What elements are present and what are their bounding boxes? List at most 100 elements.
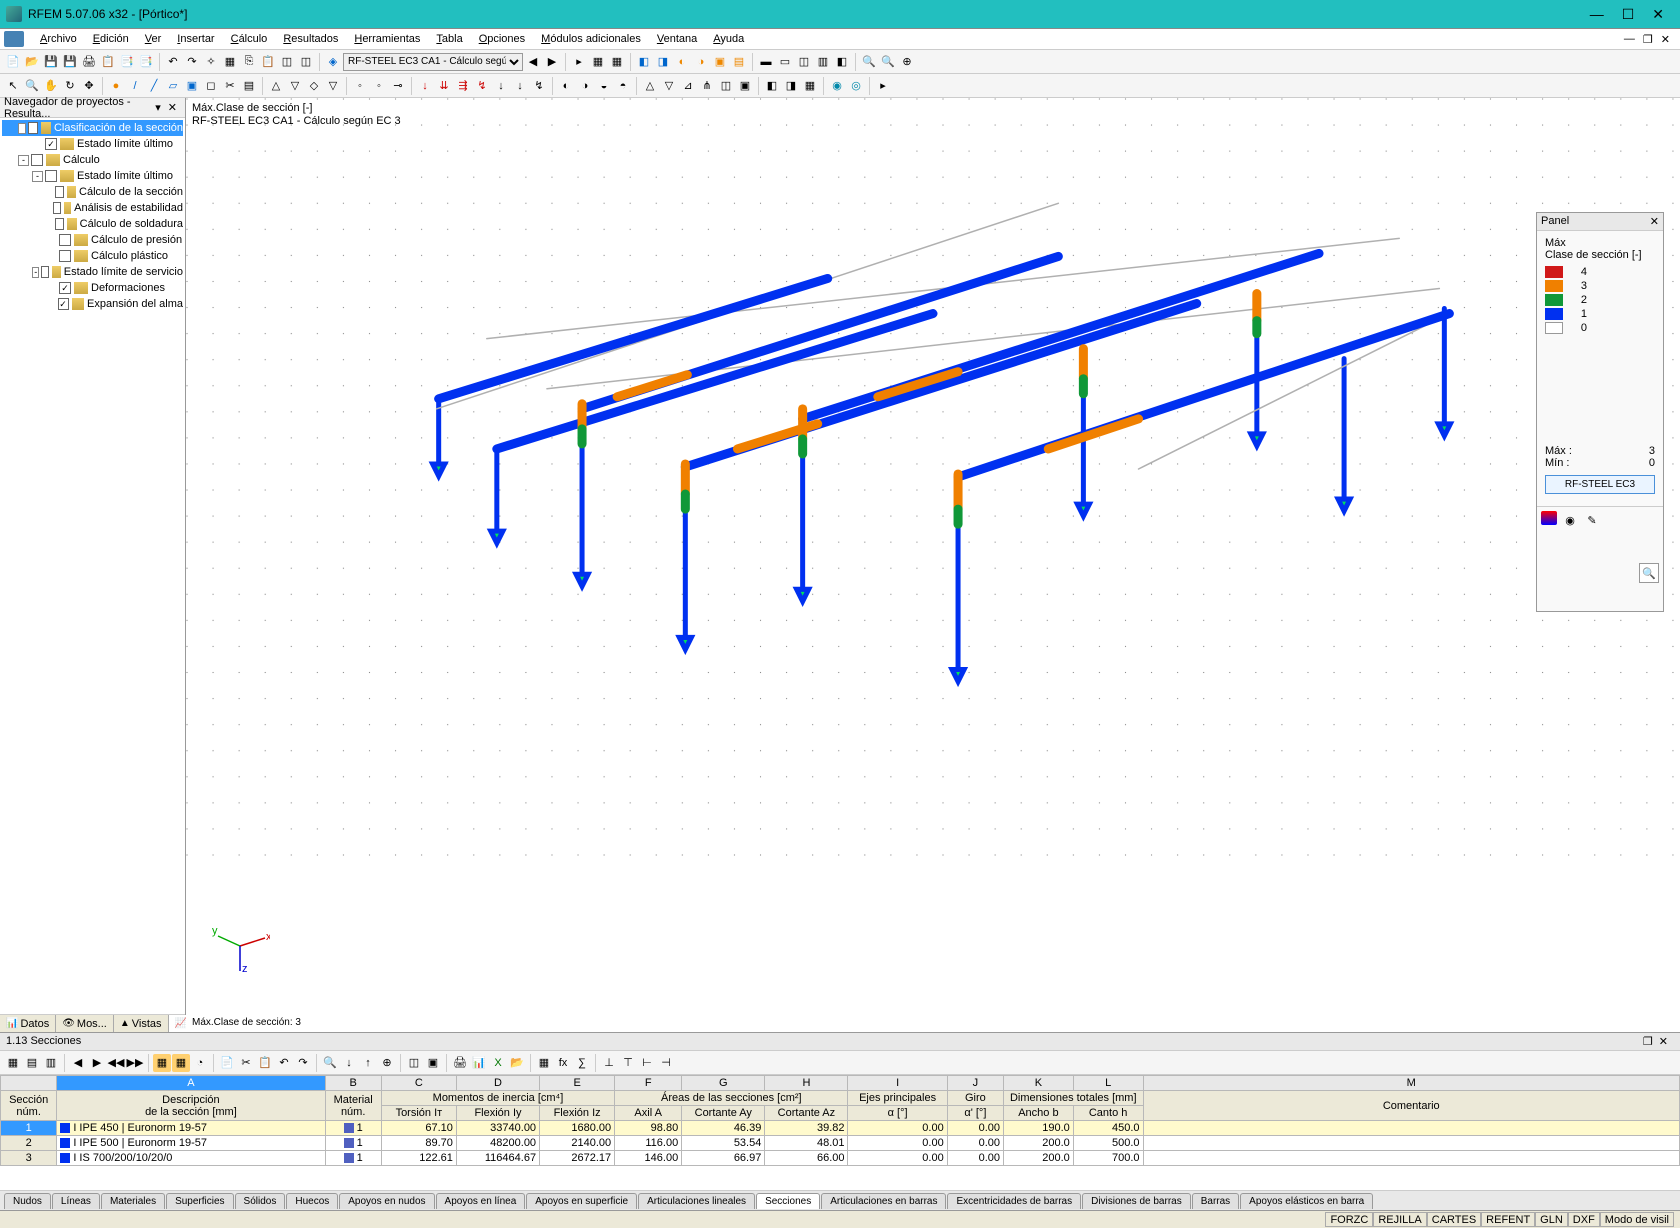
hinge2-icon[interactable]: ◦ bbox=[370, 77, 388, 95]
t12-icon[interactable]: 🔍 bbox=[860, 53, 878, 71]
module-icon[interactable]: ◈ bbox=[324, 53, 342, 71]
mat-icon[interactable]: ▤ bbox=[240, 77, 258, 95]
close-panel-icon[interactable]: ✕ bbox=[164, 101, 181, 114]
tt23-icon[interactable]: 📊 bbox=[470, 1054, 488, 1072]
load2-icon[interactable]: ⇊ bbox=[435, 77, 453, 95]
v7-icon[interactable]: ⊿ bbox=[679, 77, 697, 95]
table-tab[interactable]: Huecos bbox=[286, 1193, 338, 1209]
v1-icon[interactable]: ◐ bbox=[557, 77, 575, 95]
load5-icon[interactable]: ↓ bbox=[492, 77, 510, 95]
tt8-icon[interactable]: ▦ bbox=[153, 1054, 171, 1072]
tt5-icon[interactable]: ▶ bbox=[88, 1054, 106, 1072]
prev-case-icon[interactable]: ◀ bbox=[524, 53, 542, 71]
tree-node[interactable]: ✓Estado límite último bbox=[2, 136, 183, 152]
v8-icon[interactable]: ⋔ bbox=[698, 77, 716, 95]
ucs-icon[interactable]: ✧ bbox=[202, 53, 220, 71]
table-tab[interactable]: Excentricidades de barras bbox=[947, 1193, 1081, 1209]
tt26-icon[interactable]: ▦ bbox=[535, 1054, 553, 1072]
v15-icon[interactable]: ◎ bbox=[847, 77, 865, 95]
mdi-restore[interactable]: ❐ bbox=[1643, 33, 1653, 46]
tree-node[interactable]: ✓Expansión del alma bbox=[2, 296, 183, 312]
mdi-minimize[interactable]: — bbox=[1624, 33, 1635, 46]
table-tab[interactable]: Apoyos en superficie bbox=[526, 1193, 637, 1209]
load4-icon[interactable]: ↯ bbox=[473, 77, 491, 95]
menu-insertar[interactable]: Insertar bbox=[169, 31, 222, 47]
tt17-icon[interactable]: ↓ bbox=[340, 1054, 358, 1072]
status-cell[interactable]: DXF bbox=[1568, 1212, 1600, 1227]
tt29-icon[interactable]: ⊥ bbox=[600, 1054, 618, 1072]
tt28-icon[interactable]: ∑ bbox=[573, 1054, 591, 1072]
v12-icon[interactable]: ◨ bbox=[782, 77, 800, 95]
v6-icon[interactable]: ▽ bbox=[660, 77, 678, 95]
tt2-icon[interactable]: ▤ bbox=[23, 1054, 41, 1072]
solid-icon[interactable]: ▣ bbox=[183, 77, 201, 95]
tree-node[interactable]: Cálculo de presión bbox=[2, 232, 183, 248]
copy-icon[interactable]: ⎘ bbox=[240, 53, 258, 71]
pointer-icon[interactable]: ↖ bbox=[4, 77, 22, 95]
sup3-icon[interactable]: ◇ bbox=[305, 77, 323, 95]
table-row[interactable]: 1I IPE 450 | Euronorm 19-57167.1033740.0… bbox=[1, 1121, 1680, 1136]
v11-icon[interactable]: ◧ bbox=[763, 77, 781, 95]
table-tab[interactable]: Apoyos en línea bbox=[436, 1193, 526, 1209]
surf-icon[interactable]: ▱ bbox=[164, 77, 182, 95]
tt14-icon[interactable]: ↶ bbox=[275, 1054, 293, 1072]
rotate-icon[interactable]: ↻ bbox=[61, 77, 79, 95]
table-tab[interactable]: Superficies bbox=[166, 1193, 233, 1209]
open-icon2[interactable]: ◻ bbox=[202, 77, 220, 95]
table-tab[interactable]: Divisiones de barras bbox=[1082, 1193, 1191, 1209]
tt19-icon[interactable]: ⊕ bbox=[378, 1054, 396, 1072]
tt4-icon[interactable]: ◀ bbox=[69, 1054, 87, 1072]
block2-icon[interactable]: ◫ bbox=[297, 53, 315, 71]
tree-node[interactable]: Cálculo plástico bbox=[2, 248, 183, 264]
results-icon[interactable]: ▦ bbox=[589, 53, 607, 71]
sup2-icon[interactable]: ▽ bbox=[286, 77, 304, 95]
move-icon[interactable]: ✥ bbox=[80, 77, 98, 95]
v13-icon[interactable]: ▦ bbox=[801, 77, 819, 95]
member-icon[interactable]: ╱ bbox=[145, 77, 163, 95]
maximize-button[interactable]: ☐ bbox=[1622, 6, 1635, 23]
menu-ventana[interactable]: Ventana bbox=[649, 31, 705, 47]
t11-icon[interactable]: ◧ bbox=[833, 53, 851, 71]
menu-ver[interactable]: Ver bbox=[137, 31, 170, 47]
status-cell[interactable]: FORZC bbox=[1325, 1212, 1373, 1227]
calc-icon[interactable]: ▸ bbox=[570, 53, 588, 71]
cut-icon[interactable]: ✂ bbox=[221, 77, 239, 95]
table-tab[interactable]: Barras bbox=[1192, 1193, 1239, 1209]
tree-node[interactable]: -Cálculo bbox=[2, 152, 183, 168]
t13-icon[interactable]: 🔍 bbox=[879, 53, 897, 71]
open-icon[interactable]: 📂 bbox=[23, 53, 41, 71]
status-cell[interactable]: REJILLA bbox=[1373, 1212, 1426, 1227]
new-model-icon[interactable]: 📄 bbox=[4, 53, 22, 71]
t5-icon[interactable]: ▣ bbox=[711, 53, 729, 71]
tt15-icon[interactable]: ↷ bbox=[294, 1054, 312, 1072]
nav-tab-vistas[interactable]: ▲Vistas bbox=[114, 1015, 169, 1032]
menu-ayuda[interactable]: Ayuda bbox=[705, 31, 752, 47]
table-tab[interactable]: Secciones bbox=[756, 1193, 820, 1209]
t10-icon[interactable]: ▥ bbox=[814, 53, 832, 71]
table-tab[interactable]: Nudos bbox=[4, 1193, 51, 1209]
line-icon[interactable]: / bbox=[126, 77, 144, 95]
hinge-icon[interactable]: ◦ bbox=[351, 77, 369, 95]
menu-cálculo[interactable]: Cálculo bbox=[223, 31, 276, 47]
sup1-icon[interactable]: △ bbox=[267, 77, 285, 95]
table-tab[interactable]: Sólidos bbox=[235, 1193, 286, 1209]
panel-tab2-icon[interactable]: ◉ bbox=[1561, 511, 1579, 529]
t3-icon[interactable]: ◐ bbox=[673, 53, 691, 71]
tt16-icon[interactable]: 🔍 bbox=[321, 1054, 339, 1072]
menu-resultados[interactable]: Resultados bbox=[275, 31, 346, 47]
t8-icon[interactable]: ▭ bbox=[776, 53, 794, 71]
tt32-icon[interactable]: ⊣ bbox=[657, 1054, 675, 1072]
zoom-icon[interactable]: 🔍 bbox=[1639, 563, 1659, 583]
table-tab[interactable]: Articulaciones en barras bbox=[821, 1193, 946, 1209]
tt10-icon[interactable]: ◔ bbox=[191, 1054, 209, 1072]
v5-icon[interactable]: △ bbox=[641, 77, 659, 95]
table-row[interactable]: 2I IPE 500 | Euronorm 19-57189.7048200.0… bbox=[1, 1136, 1680, 1151]
nav-tab-mostrar[interactable]: 👁Mos... bbox=[56, 1015, 114, 1032]
t2-icon[interactable]: ◨ bbox=[654, 53, 672, 71]
v4-icon[interactable]: ◓ bbox=[614, 77, 632, 95]
node-icon[interactable]: ● bbox=[107, 77, 125, 95]
viewport[interactable]: Máx.Clase de sección [-]RF-STEEL EC3 CA1… bbox=[186, 98, 1680, 1032]
table-tab[interactable]: Apoyos elásticos en barra bbox=[1240, 1193, 1373, 1209]
minimize-button[interactable]: — bbox=[1590, 6, 1604, 23]
load1-icon[interactable]: ↓ bbox=[416, 77, 434, 95]
